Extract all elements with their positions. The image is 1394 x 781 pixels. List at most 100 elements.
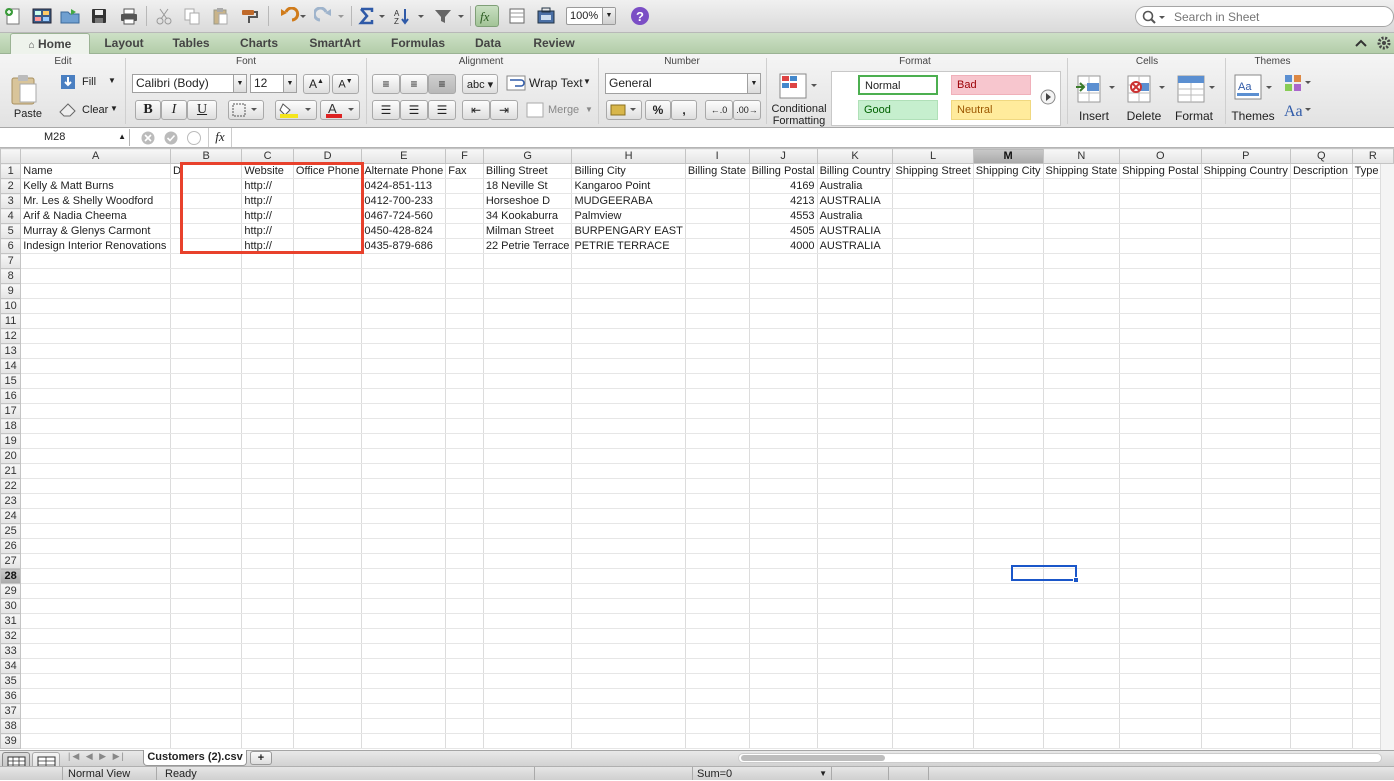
cell-e24[interactable] <box>361 508 447 524</box>
cell-f11[interactable] <box>445 313 484 329</box>
cell-c38[interactable] <box>241 718 294 734</box>
cell-l5[interactable] <box>892 223 974 239</box>
row-header[interactable]: 25 <box>0 523 22 539</box>
cell-j32[interactable] <box>749 628 818 644</box>
cell-g32[interactable] <box>483 628 573 644</box>
cell-d30[interactable] <box>293 598 363 614</box>
row-header[interactable]: 27 <box>0 553 22 569</box>
cell-q8[interactable] <box>1290 268 1353 284</box>
search-input[interactable] <box>1174 9 1384 24</box>
cell-k22[interactable] <box>817 478 894 494</box>
cell-k13[interactable] <box>817 343 894 359</box>
cell-b26[interactable] <box>170 538 243 554</box>
cell-c36[interactable] <box>241 688 294 704</box>
accounting-format-button[interactable] <box>606 100 642 120</box>
style-normal[interactable]: Normal <box>858 75 938 95</box>
cell-b32[interactable] <box>170 628 243 644</box>
row-header[interactable]: 3 <box>0 193 22 209</box>
cell-h34[interactable] <box>571 658 686 674</box>
cell-l9[interactable] <box>892 283 974 299</box>
cell-d10[interactable] <box>293 298 363 314</box>
cell-a13[interactable] <box>20 343 172 359</box>
function-circle-icon[interactable] <box>186 130 202 149</box>
cell-e1[interactable]: Alternate Phone <box>361 163 447 179</box>
font-size-select[interactable]: 12 ▼ <box>250 74 297 93</box>
cell-e34[interactable] <box>361 658 447 674</box>
row-header[interactable]: 16 <box>0 388 22 404</box>
cell-o10[interactable] <box>1119 298 1202 314</box>
cell-i36[interactable] <box>685 688 750 704</box>
cell-l18[interactable] <box>892 418 974 434</box>
insert-function-button[interactable]: fx <box>208 128 232 147</box>
cell-q34[interactable] <box>1290 658 1353 674</box>
cell-h1[interactable]: Billing City <box>571 163 686 179</box>
cell-f7[interactable] <box>445 253 484 269</box>
row-header[interactable]: 11 <box>0 313 22 329</box>
cell-m23[interactable] <box>973 493 1044 509</box>
row-header[interactable]: 17 <box>0 403 22 419</box>
cell-o30[interactable] <box>1119 598 1202 614</box>
cell-j1[interactable]: Billing Postal <box>749 163 818 179</box>
cell-h15[interactable] <box>571 373 686 389</box>
column-header-h[interactable]: H <box>571 148 686 164</box>
delete-cells-button[interactable]: Delete <box>1122 72 1170 126</box>
cell-e13[interactable] <box>361 343 447 359</box>
cell-h38[interactable] <box>571 718 686 734</box>
cell-h36[interactable] <box>571 688 686 704</box>
increase-indent-button[interactable]: ⇥ <box>490 100 518 120</box>
cell-c16[interactable] <box>241 388 294 404</box>
cell-f36[interactable] <box>445 688 484 704</box>
cell-f28[interactable] <box>445 568 484 584</box>
row-header[interactable]: 32 <box>0 628 22 644</box>
cell-j23[interactable] <box>749 493 818 509</box>
cell-e29[interactable] <box>361 583 447 599</box>
cell-k30[interactable] <box>817 598 894 614</box>
cell-d27[interactable] <box>293 553 363 569</box>
cell-o2[interactable] <box>1119 178 1202 194</box>
cell-f31[interactable] <box>445 613 484 629</box>
row-header[interactable]: 34 <box>0 658 22 674</box>
cell-m25[interactable] <box>973 523 1044 539</box>
cell-l32[interactable] <box>892 628 974 644</box>
cell-l22[interactable] <box>892 478 974 494</box>
cell-p36[interactable] <box>1201 688 1291 704</box>
cell-b20[interactable] <box>170 448 243 464</box>
cell-q29[interactable] <box>1290 583 1353 599</box>
cell-h27[interactable] <box>571 553 686 569</box>
cell-d15[interactable] <box>293 373 363 389</box>
tab-smartart[interactable]: SmartArt <box>298 33 372 54</box>
cell-g21[interactable] <box>483 463 573 479</box>
cell-b22[interactable] <box>170 478 243 494</box>
cell-c37[interactable] <box>241 703 294 719</box>
orientation-button[interactable]: abc ▾ <box>462 74 498 94</box>
cell-q39[interactable] <box>1290 733 1353 749</box>
cell-o16[interactable] <box>1119 388 1202 404</box>
cell-p13[interactable] <box>1201 343 1291 359</box>
column-header-o[interactable]: O <box>1119 148 1202 164</box>
accept-entry-icon[interactable] <box>163 130 179 149</box>
cell-a2[interactable]: Kelly & Matt Burns <box>20 178 172 194</box>
cell-m24[interactable] <box>973 508 1044 524</box>
cell-g24[interactable] <box>483 508 573 524</box>
cell-o29[interactable] <box>1119 583 1202 599</box>
cell-f17[interactable] <box>445 403 484 419</box>
cell-e18[interactable] <box>361 418 447 434</box>
cell-k14[interactable] <box>817 358 894 374</box>
theme-fonts-icon[interactable]: Aa <box>1283 100 1313 123</box>
cell-h16[interactable] <box>571 388 686 404</box>
cell-d24[interactable] <box>293 508 363 524</box>
cell-f32[interactable] <box>445 628 484 644</box>
cell-f18[interactable] <box>445 418 484 434</box>
cell-n8[interactable] <box>1043 268 1121 284</box>
cell-c22[interactable] <box>241 478 294 494</box>
cell-k29[interactable] <box>817 583 894 599</box>
cell-h35[interactable] <box>571 673 686 689</box>
align-left-button[interactable]: ☰ <box>372 100 400 120</box>
cell-a1[interactable]: Name <box>20 163 172 179</box>
cell-c7[interactable] <box>241 253 294 269</box>
cell-o32[interactable] <box>1119 628 1202 644</box>
cell-l8[interactable] <box>892 268 974 284</box>
paste-icon[interactable] <box>208 5 232 27</box>
cell-e5[interactable]: 0450-428-824 <box>361 223 447 239</box>
cell-q31[interactable] <box>1290 613 1353 629</box>
